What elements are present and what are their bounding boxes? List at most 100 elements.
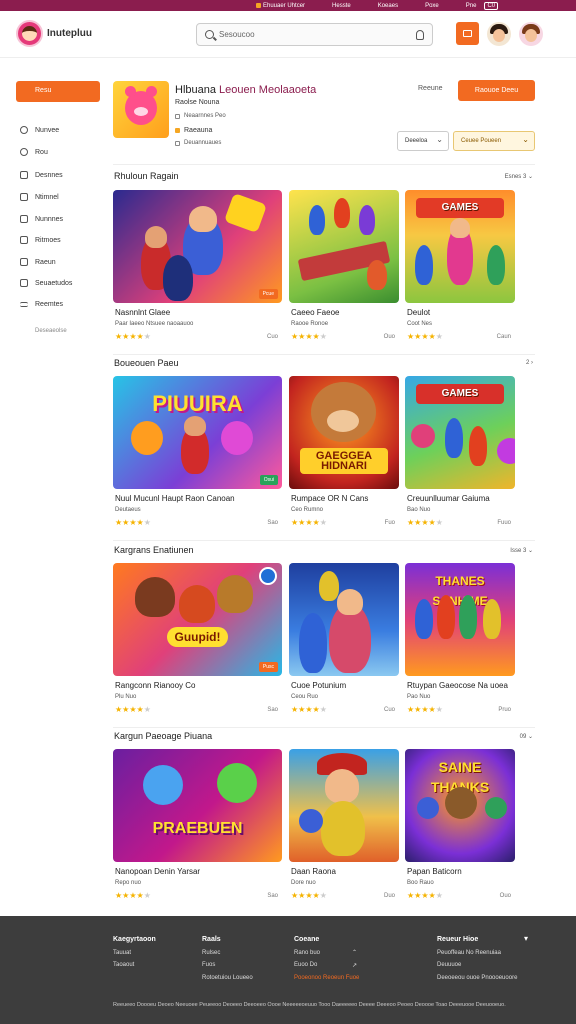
- rating-stars: ★★★★★: [407, 518, 443, 527]
- logo-text[interactable]: Inutepluu: [47, 28, 92, 39]
- featured-cta-button[interactable]: Raouoe Deeu: [458, 80, 535, 101]
- card-art-character: [485, 797, 507, 819]
- game-card[interactable]: PIUUIRA Osui Nuul Mucunl Haupt Raon Cano…: [113, 376, 282, 540]
- card-art-shape: [131, 421, 163, 455]
- game-card-image[interactable]: PRAEBUEN: [113, 749, 282, 862]
- avatar[interactable]: [519, 22, 543, 46]
- sidebar-item-label: Seuaetudos: [35, 279, 73, 287]
- game-card-price: Cuo: [266, 334, 278, 340]
- sidebar-item[interactable]: Nunnnes: [20, 215, 63, 223]
- section-more-label: 09: [519, 734, 527, 740]
- sidebar-item[interactable]: Nunvee: [20, 126, 59, 134]
- rating-stars: ★★★★★: [291, 332, 327, 341]
- sidebar-item[interactable]: Reemtes: [20, 301, 63, 308]
- share-icon[interactable]: ⌃: [352, 947, 357, 960]
- utility-badge[interactable]: C0: [484, 1, 499, 10]
- footer-heading: Kaegyrtaoon: [113, 936, 156, 943]
- footer-link[interactable]: Rulsec: [202, 947, 253, 960]
- footer-link[interactable]: Peuoffeau No Reenuiaa: [437, 947, 517, 960]
- card-art-character: [189, 206, 217, 232]
- game-card[interactable]: Daan Raona Dore nuo ★★★★★ Duo: [289, 749, 399, 913]
- utility-link[interactable]: Ehuuaer Uhtcer: [256, 3, 305, 9]
- featured-meta: Deuannuaues: [175, 140, 221, 146]
- game-card[interactable]: Caeeo Faeoe Raooe Ronoe ★★★★★ Ouo: [289, 190, 399, 354]
- game-card[interactable]: GAEGGEA HIDNARI Rumpace OR N Cans Ceo Ru…: [289, 376, 399, 540]
- footer-link[interactable]: Deeoeeou ouoe Pnoooeuoore: [437, 972, 517, 985]
- game-card[interactable]: THANES SANHIME Rtuypan Gaeocose Na uoea …: [405, 563, 515, 727]
- section-more-link[interactable]: Esnes 3 ⌄: [505, 173, 533, 180]
- footer-link[interactable]: Euoo Do: [294, 959, 359, 972]
- sidebar-item[interactable]: Ntimnel: [20, 193, 59, 201]
- footer-link[interactable]: Fuos: [202, 959, 253, 972]
- card-art-character: [319, 571, 339, 601]
- section-more-link[interactable]: 2 ›: [526, 360, 533, 366]
- game-card-image[interactable]: Guupid! Pusc: [113, 563, 282, 676]
- message-icon: [20, 193, 28, 201]
- game-card[interactable]: GAMES Creuunlluumar Gaiuma Bao Nuo ★★★★★…: [405, 376, 515, 540]
- section-title: Boueouen Paeu: [114, 358, 179, 368]
- filter-dropdown[interactable]: Ceuee Poueen: [453, 131, 535, 151]
- footer-link[interactable]: Tauuat: [113, 947, 156, 960]
- utility-link[interactable]: Hesste: [332, 3, 351, 9]
- card-art-character: [334, 198, 350, 228]
- sidebar-item[interactable]: Seuaetudos: [20, 279, 72, 287]
- section-more-label: Esnes 3: [504, 174, 527, 180]
- game-card[interactable]: Pcue Nasnnlnt Glaee Paar Iaeeo Ntsuee na…: [113, 190, 282, 354]
- sort-dropdown[interactable]: Deeeloa: [397, 131, 449, 151]
- avatar[interactable]: [487, 22, 511, 46]
- game-card-image[interactable]: PIUUIRA Osui: [113, 376, 282, 489]
- game-card-image[interactable]: [289, 563, 399, 676]
- microphone-icon[interactable]: [416, 30, 424, 40]
- footer-link[interactable]: Pooeonoo Reoeun Fuoe: [294, 972, 359, 985]
- footer-link[interactable]: Rotoetuiou Loueeo: [202, 972, 253, 985]
- folder-icon: [20, 171, 28, 179]
- featured-game-image[interactable]: [113, 81, 169, 138]
- utility-link[interactable]: Pne: [466, 3, 477, 9]
- notifications-button[interactable]: [456, 22, 479, 45]
- game-card-image[interactable]: [289, 190, 399, 303]
- game-card[interactable]: GAMES Deulot Coot Nes ★★★★★ Caun: [405, 190, 515, 354]
- footer-link[interactable]: Rano buo: [294, 947, 359, 960]
- sidebar-item[interactable]: Desnnes: [20, 171, 63, 179]
- logo-icon[interactable]: [16, 20, 43, 47]
- game-card[interactable]: SAINE THANKS Papan Baticorn Boo Rauo ★★★…: [405, 749, 515, 913]
- list-icon: [20, 258, 28, 266]
- link-icon[interactable]: ↗: [352, 960, 357, 973]
- sidebar-item[interactable]: Rou: [20, 148, 48, 156]
- game-card-price: Ouo: [499, 893, 511, 899]
- sidebar-item-label: Ritmoes: [35, 236, 61, 244]
- section-more-link[interactable]: Isse 3 ⌄: [510, 547, 533, 554]
- card-art-shape: [497, 438, 515, 464]
- game-card-image[interactable]: Pcue: [113, 190, 282, 303]
- chevron-down-icon[interactable]: ▾: [524, 934, 528, 943]
- section-more-link[interactable]: 09 ⌄: [520, 733, 533, 740]
- sidebar-item[interactable]: Ritmoes: [20, 236, 61, 244]
- footer-link[interactable]: Deuuuoe: [437, 959, 517, 972]
- settings-icon: [20, 302, 28, 307]
- search-input[interactable]: Sesoucoo: [196, 23, 433, 46]
- sidebar-item[interactable]: Raeun: [20, 258, 56, 266]
- rating-stars: ★★★★★: [291, 891, 327, 900]
- card-art-character: [217, 575, 253, 613]
- game-card-image[interactable]: GAMES: [405, 190, 515, 303]
- featured-link[interactable]: Reeune: [418, 85, 443, 92]
- game-card[interactable]: PRAEBUEN Nanopoan Denin Yarsar Repo nuo …: [113, 749, 282, 913]
- game-card[interactable]: Guupid! Pusc Rangconn Rianooy Co Plu Nuo…: [113, 563, 282, 727]
- game-card-title: Rumpace OR N Cans: [291, 494, 369, 503]
- card-art-character: [415, 245, 433, 285]
- card-art-character: [359, 205, 375, 235]
- utility-link[interactable]: Koeaes: [378, 3, 398, 9]
- game-card[interactable]: Cuoe Potunium Ceou Ruo ★★★★★ Cuo: [289, 563, 399, 727]
- sidebar-footer-link[interactable]: Deseaeolse: [35, 328, 67, 334]
- card-art-banner: GAMES: [416, 198, 504, 218]
- game-card-image[interactable]: [289, 749, 399, 862]
- game-card-image[interactable]: GAMES: [405, 376, 515, 489]
- game-card-image[interactable]: SAINE THANKS: [405, 749, 515, 862]
- game-card-title: Cuoe Potunium: [291, 681, 347, 690]
- sidebar-item-home[interactable]: Resu: [16, 81, 100, 102]
- game-card-image[interactable]: THANES SANHIME: [405, 563, 515, 676]
- footer-link[interactable]: Taoaout: [113, 959, 156, 972]
- card-art-shape: [143, 765, 183, 805]
- game-card-image[interactable]: GAEGGEA HIDNARI: [289, 376, 399, 489]
- utility-link[interactable]: Poxe: [425, 3, 439, 9]
